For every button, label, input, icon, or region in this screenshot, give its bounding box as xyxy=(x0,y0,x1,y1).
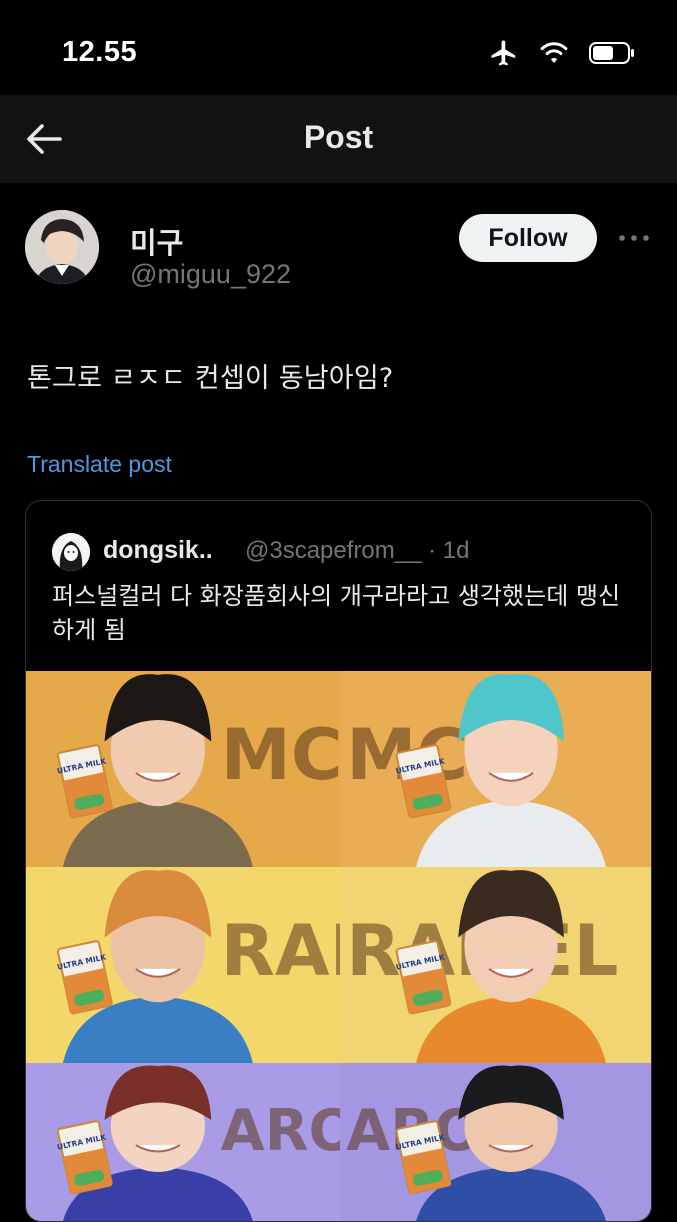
translate-post-link[interactable]: Translate post xyxy=(27,451,172,478)
post-text: 톤그로 ㄹㅈㄷ 컨셉이 동남아임? xyxy=(27,363,394,394)
quoted-avatar-image xyxy=(52,533,90,571)
quoted-author-handle: @3scapefrom__ · 1d xyxy=(245,537,470,564)
follow-button[interactable]: Follow xyxy=(459,214,597,262)
media-photo-2[interactable]: MCULTRA MILK xyxy=(340,671,651,867)
author-handle[interactable]: @miguu_922 xyxy=(130,259,291,290)
quoted-author-avatar xyxy=(52,533,90,571)
wifi-icon xyxy=(540,42,568,63)
media-photo-4[interactable]: RAMELULTRA MILK xyxy=(340,867,651,1063)
battery-icon xyxy=(589,42,634,64)
author-avatar[interactable] xyxy=(25,210,99,284)
more-dots-icon xyxy=(619,235,649,241)
quoted-post-text: 퍼스널컬러 다 화장품회사의 개구라라고 생각했는데 맹신하게 됨 xyxy=(52,582,621,644)
status-bar: 12.55 xyxy=(0,0,677,100)
author-name[interactable]: 미구 xyxy=(130,220,183,262)
quoted-media-grid[interactable]: MCULTRA MILKMCULTRA MILKRAMELULTRA MILKR… xyxy=(26,671,651,1221)
navigation-bar: Post xyxy=(0,95,677,183)
airplane-icon xyxy=(491,40,516,66)
media-photo-6[interactable]: AROULTRA MILK xyxy=(340,1063,651,1221)
status-icons xyxy=(489,38,635,68)
quoted-author-name: dongsik.. xyxy=(103,536,213,564)
media-photo-3[interactable]: RAMELULTRA MILK xyxy=(26,867,340,1063)
avatar-image xyxy=(25,210,99,284)
status-time: 12.55 xyxy=(62,36,138,68)
media-photo-1[interactable]: MC ULTRA MILK xyxy=(26,671,340,867)
quoted-post[interactable]: dongsik.. @3scapefrom__ · 1d 퍼스널컬러 다 화장품… xyxy=(25,500,652,1222)
page-title: Post xyxy=(303,119,374,155)
svg-text:RAMEL: RAMEL xyxy=(221,910,340,992)
more-options-button[interactable] xyxy=(617,226,651,250)
media-photo-5[interactable]: AROULTRA MILK xyxy=(26,1063,340,1221)
svg-text:MC: MC xyxy=(221,714,340,796)
svg-text:ARO: ARO xyxy=(221,1098,340,1164)
